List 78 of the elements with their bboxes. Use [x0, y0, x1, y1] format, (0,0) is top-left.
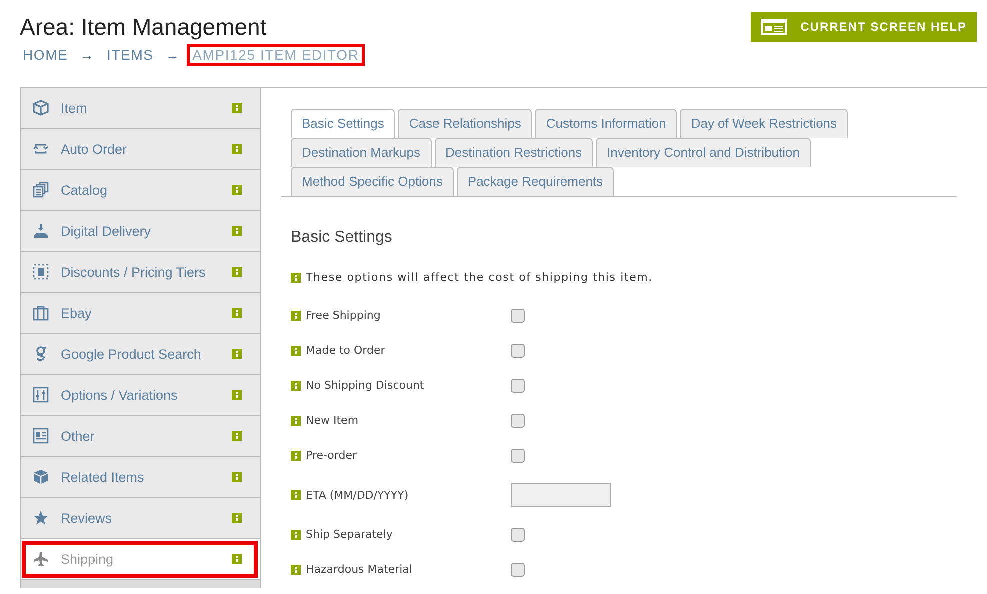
tab[interactable]: Destination Restrictions — [434, 138, 594, 167]
breadcrumb-link[interactable]: AMPI125 ITEM EDITOR — [186, 44, 366, 66]
info-icon — [291, 450, 301, 460]
sidebar-item[interactable]: Shipping — [20, 539, 260, 580]
field-label: New Item — [306, 414, 359, 427]
sidebar-icon — [33, 305, 49, 321]
tab[interactable]: Customs Information — [535, 109, 678, 138]
info-icon — [232, 267, 242, 277]
sidebar-icon — [33, 100, 49, 116]
breadcrumb-separator: → — [164, 46, 182, 65]
info-icon — [291, 416, 301, 426]
sidebar-icon — [33, 510, 49, 526]
field-label: Made to Order — [306, 344, 386, 357]
info-icon — [291, 564, 301, 574]
tab[interactable]: Case Relationships — [398, 109, 532, 138]
sidebar-item[interactable]: Other — [20, 416, 260, 457]
info-icon — [291, 346, 301, 356]
tab[interactable]: Method Specific Options — [291, 167, 454, 196]
checkbox[interactable] — [511, 562, 525, 576]
info-icon — [291, 380, 301, 390]
sidebar-item[interactable]: Auto Order — [20, 129, 260, 170]
checkbox[interactable] — [511, 344, 525, 358]
tab[interactable]: Package Requirements — [456, 167, 614, 196]
section-note: These options will affect the cost of shipping this item. — [306, 271, 653, 284]
breadcrumb-link[interactable]: ITEMS — [101, 44, 160, 66]
sidebar-item[interactable]: Reviews — [20, 498, 260, 539]
info-icon — [291, 310, 301, 320]
sidebar-item[interactable]: Ebay — [20, 293, 260, 334]
checkbox[interactable] — [511, 528, 525, 542]
page-title: Area: Item Management — [20, 14, 268, 41]
sidebar-item[interactable]: Digital Delivery — [20, 211, 260, 252]
info-icon — [291, 530, 301, 540]
sidebar-icon — [33, 469, 49, 485]
info-icon — [232, 226, 242, 236]
sidebar-item[interactable]: Item — [20, 87, 260, 129]
info-icon — [232, 431, 242, 441]
info-icon — [291, 272, 301, 282]
field-label: Pre-order — [306, 449, 357, 462]
info-icon — [232, 513, 242, 523]
sidebar-item[interactable]: Options / Variations — [20, 375, 260, 416]
window-icon — [760, 19, 787, 35]
tab[interactable]: Basic Settings — [291, 109, 396, 138]
tab[interactable]: Inventory Control and Distribution — [596, 138, 811, 167]
info-icon — [232, 144, 242, 154]
sidebar-icon — [33, 387, 49, 403]
info-icon — [232, 308, 242, 318]
field-label: Hazardous Material — [306, 563, 412, 576]
info-icon — [232, 103, 242, 113]
info-icon — [232, 349, 242, 359]
field-label: Ship Separately — [306, 528, 393, 541]
sidebar-item[interactable]: Discounts / Pricing Tiers — [20, 252, 260, 293]
field-label: ETA (MM/DD/YYYY) — [306, 488, 409, 502]
info-icon — [232, 185, 242, 195]
tab[interactable]: Destination Markups — [291, 138, 432, 167]
info-icon — [232, 472, 242, 482]
breadcrumb-separator: → — [79, 46, 96, 65]
section-title: Basic Settings — [291, 229, 394, 247]
breadcrumb-link[interactable]: HOME — [17, 44, 74, 66]
checkbox[interactable] — [511, 308, 525, 322]
sidebar-icon — [33, 551, 49, 567]
help-button[interactable]: CURRENT SCREEN HELP — [750, 12, 977, 42]
field-label: No Shipping Discount — [306, 379, 424, 392]
sidebar-item[interactable]: Catalog — [20, 170, 260, 211]
info-icon — [232, 554, 242, 564]
sidebar-icon — [33, 182, 49, 198]
field-label: Free Shipping — [306, 309, 381, 322]
sidebar-icon — [33, 428, 49, 444]
checkbox[interactable] — [511, 448, 525, 462]
checkbox[interactable] — [511, 414, 525, 428]
sidebar-item[interactable]: Google Product Search — [20, 334, 260, 375]
sidebar-item[interactable]: Related Items — [20, 457, 260, 498]
sidebar-icon — [33, 223, 49, 239]
info-icon — [232, 390, 242, 400]
info-icon — [291, 490, 301, 500]
checkbox[interactable] — [511, 378, 525, 392]
sidebar-icon — [33, 264, 49, 280]
input-field[interactable] — [511, 483, 611, 507]
tab[interactable]: Day of Week Restrictions — [680, 109, 848, 138]
